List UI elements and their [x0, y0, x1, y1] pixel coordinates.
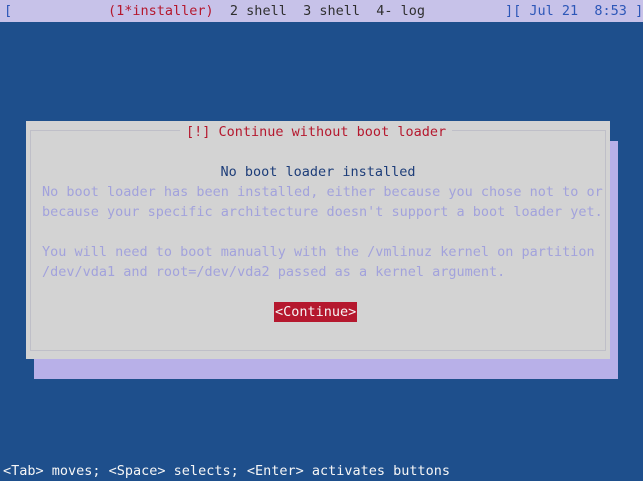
window-tab-shell-2[interactable]: 2 shell	[214, 0, 287, 22]
status-bar-left-bracket: [	[4, 3, 13, 19]
screen-window-list: (1*installer) 2 shell 3 shell 4- log	[108, 0, 425, 22]
boot-loader-dialog: [!] Continue without boot loader No boot…	[26, 121, 610, 359]
window-tab-log[interactable]: 4- log	[360, 0, 425, 22]
dialog-heading: No boot loader installed	[220, 164, 416, 180]
paragraph-line: You will need to boot manually with the …	[42, 244, 595, 260]
status-bar-date: Jul 21	[521, 3, 579, 19]
window-tab-shell-3[interactable]: 3 shell	[287, 0, 360, 22]
dialog-title: [!] Continue without boot loader	[180, 121, 453, 143]
paragraph-line: because your specific architecture doesn…	[42, 204, 603, 220]
paragraph-line: No boot loader has been installed, eithe…	[42, 184, 603, 200]
screen-status-bar: [ (1*installer) 2 shell 3 shell 4- log ]…	[0, 0, 643, 22]
window-tab-installer[interactable]: (1*installer)	[108, 0, 214, 22]
dialog-paragraph-explanation: No boot loader has been installed, eithe…	[42, 182, 603, 222]
status-bar-datetime: ][ Jul 21 8:53 ]	[505, 0, 643, 22]
continue-button[interactable]: <Continue>	[274, 302, 358, 322]
paragraph-line: /dev/vda1 and root=/dev/vda2 passed as a…	[42, 264, 506, 280]
status-bar-right-brackets: ][	[505, 3, 522, 19]
status-bar-time: 8:53 ]	[578, 3, 643, 19]
dialog-paragraph-instructions: You will need to boot manually with the …	[42, 242, 595, 282]
keyboard-help-text: <Tab> moves; <Space> selects; <Enter> ac…	[3, 463, 451, 479]
